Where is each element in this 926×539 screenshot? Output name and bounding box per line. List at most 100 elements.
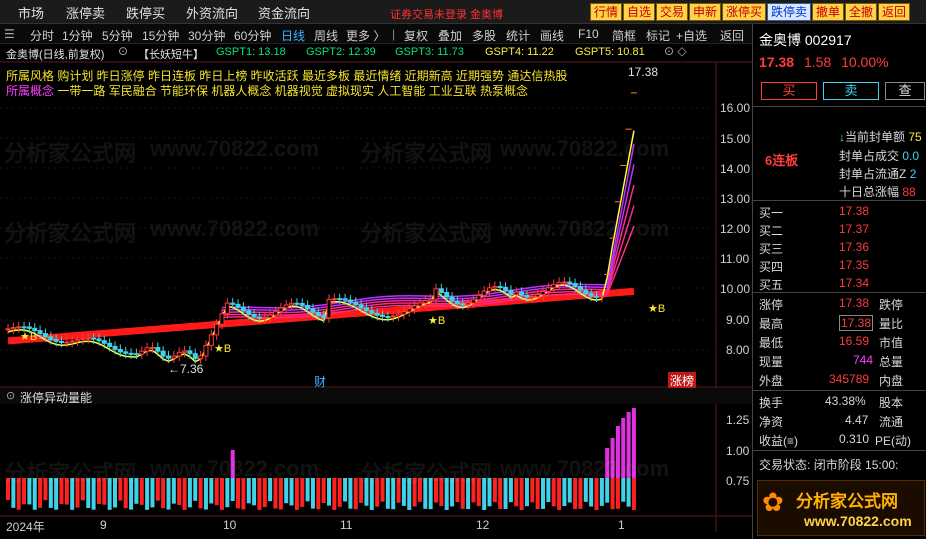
volume-bar: [578, 478, 583, 509]
candle-body: [5, 328, 11, 331]
candle-body: [230, 302, 236, 305]
candle-body: [438, 288, 444, 294]
candle-body: [417, 302, 423, 307]
volume-bar: [343, 478, 348, 502]
volume-bar: [150, 478, 155, 508]
candle-body: [347, 299, 353, 303]
candle-body: [224, 302, 230, 315]
volume-bar: [182, 478, 187, 510]
query-button[interactable]: 查: [885, 82, 925, 100]
candle-body: [299, 302, 305, 306]
watermark-text: 分析家公式网: [4, 141, 137, 166]
volume-bar: [492, 478, 497, 503]
sub-chart-header: ⊙ 涨停异动量能: [0, 388, 752, 405]
candle-body: [203, 344, 209, 357]
seal-label: 当前封单额: [845, 130, 906, 144]
candle-body: [454, 300, 460, 305]
candle-body: [278, 307, 284, 313]
streak-badge: 6连板: [765, 153, 799, 168]
buy-signal-marker: ★B: [214, 343, 231, 355]
volume-bar: [599, 478, 604, 506]
watermark-text: 分析家公式网: [360, 221, 493, 246]
bid-label: 买三: [759, 242, 784, 256]
candle-body: [42, 333, 48, 338]
buy-button[interactable]: 买: [761, 82, 817, 100]
volume-bar: [262, 478, 267, 508]
quote-label: 净资: [759, 415, 784, 429]
volume-bar: [535, 478, 540, 510]
candle-body: [321, 315, 327, 319]
quote-panel: 金奥博 002917 17.38 1.58 10.00% 买 卖 查 6连板 ↓…: [752, 24, 926, 539]
bid-price[interactable]: 17.35: [839, 258, 869, 272]
quote-label: 现量: [759, 355, 784, 369]
candle-body: [572, 283, 578, 288]
sub-axis-tick: 1.25: [726, 413, 750, 427]
btn-back-top[interactable]: 返回: [878, 3, 911, 21]
volume-bar: [139, 478, 144, 505]
btn-limit-down-sell[interactable]: 跌停卖: [767, 3, 812, 21]
volume-bar: [631, 478, 636, 510]
candle-body: [149, 346, 155, 349]
volume-bar: [214, 478, 219, 506]
volume-bar: [294, 478, 299, 510]
candle-body: [497, 285, 503, 288]
candle-body: [26, 326, 32, 329]
quote-value: 43.38%: [825, 394, 866, 408]
candlestick-chart[interactable]: ★B ★B ★B ★B: [0, 0, 752, 388]
candle-body: [48, 336, 54, 341]
watermark-text: www.70822.com: [500, 216, 670, 241]
bid-price[interactable]: 17.37: [839, 222, 869, 236]
logo-site-name: 分析家公式网: [796, 492, 898, 511]
bid-price[interactable]: 17.34: [839, 276, 869, 290]
sub-chart-settings-icon[interactable]: ⊙: [6, 389, 15, 402]
candle-body: [16, 326, 22, 329]
candle-body: [96, 338, 102, 342]
date-tick: 9: [100, 518, 107, 532]
volume-bar: [327, 478, 331, 506]
btn-cancel-order[interactable]: 撤单: [812, 3, 845, 21]
candle-body: [10, 327, 16, 330]
volume-bar: [236, 478, 241, 509]
quote-label: 涨停: [759, 298, 784, 312]
candle-body: [519, 291, 525, 296]
candle-body: [294, 302, 300, 305]
candle-body: [187, 350, 193, 355]
btn-cancel-all[interactable]: 全撤: [845, 3, 878, 21]
volume-bar: [353, 478, 358, 510]
candle-body: [577, 286, 583, 291]
candle-body: [214, 323, 220, 336]
volume-bar: [557, 478, 562, 510]
seal-label: 封单占成交: [839, 149, 900, 163]
sell-button[interactable]: 卖: [823, 82, 879, 100]
watermark-text: 分析家公式网: [360, 141, 493, 166]
volume-bar: [203, 478, 208, 510]
candle-body: [535, 294, 541, 298]
watermark-text: www.70822.com: [500, 136, 670, 161]
candle-body: [256, 316, 262, 319]
candle-body: [112, 345, 118, 350]
quote-label: 股本: [879, 396, 904, 410]
quote-value: 17.38: [839, 315, 874, 331]
candle-body: [267, 314, 273, 319]
buy-signal-marker: ★B: [428, 315, 445, 327]
limit-up-list-marker[interactable]: 涨榜: [668, 372, 697, 389]
volume-bar: [332, 478, 337, 510]
seal-value: 75: [908, 130, 922, 144]
seal-value: 88: [902, 185, 916, 199]
candle-body: [433, 288, 439, 300]
last-price: 17.38: [759, 54, 795, 70]
quote-value: 17.38: [839, 296, 870, 310]
logo-url: www.70822.com: [804, 513, 912, 529]
quote-value: 744: [853, 353, 874, 367]
candle-body: [117, 348, 123, 353]
high-price-label: 17.38: [628, 65, 659, 79]
status-label: 交易状态:: [759, 458, 811, 472]
bid-price[interactable]: 17.38: [839, 204, 869, 218]
volume-bar: [161, 478, 166, 509]
quote-label: 量比: [879, 317, 904, 331]
candle-body: [69, 340, 75, 343]
bid-price[interactable]: 17.36: [839, 240, 869, 254]
candle-body: [583, 289, 589, 295]
candle-body: [561, 281, 567, 284]
candle-body: [406, 308, 412, 313]
